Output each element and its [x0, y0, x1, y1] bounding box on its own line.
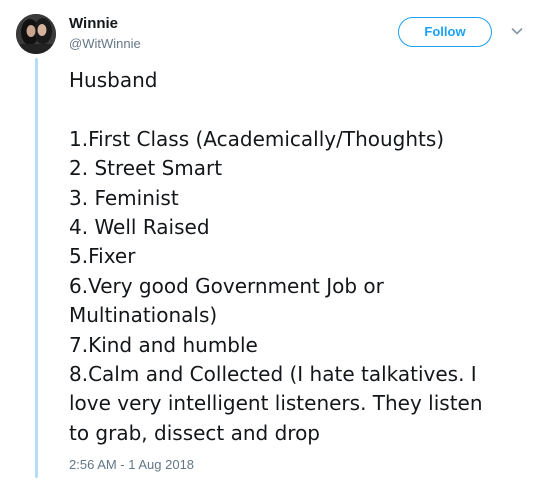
tweet-timestamp[interactable]: 2:56 AM - 1 Aug 2018 [69, 457, 194, 472]
tweet-line: 1.First Class (Academically/Thoughts) [69, 126, 445, 151]
display-name[interactable]: Winnie [69, 15, 118, 32]
tweet-card: Winnie @WitWinnie Follow Husband 1.First… [0, 0, 550, 485]
chevron-down-icon[interactable] [509, 23, 525, 39]
user-handle[interactable]: @WitWinnie [69, 36, 141, 51]
avatar-image [16, 14, 56, 54]
follow-button[interactable]: Follow [398, 17, 492, 47]
tweet-line: 5.Fixer [69, 244, 136, 269]
avatar[interactable] [16, 14, 56, 54]
tweet-title: Husband [69, 68, 158, 92]
tweet-line: 2. Street Smart [69, 156, 223, 181]
tweet-line: love very intelligent listeners. They li… [69, 391, 483, 416]
tweet-line: 3. Feminist [69, 185, 179, 210]
tweet-line: to grab, dissect and drop [69, 420, 321, 445]
tweet-line: 7.Kind and humble [69, 332, 258, 357]
thread-line [35, 58, 38, 478]
tweet-line: 8.Calm and Collected (I hate talkatives.… [69, 361, 477, 386]
tweet-line: Multinationals) [69, 303, 218, 328]
tweet-line: 4. Well Raised [69, 214, 210, 239]
tweet-text: Husband 1.First Class (Academically/Thou… [69, 66, 539, 448]
tweet-line: 6.Very good Government Job or [69, 273, 384, 298]
